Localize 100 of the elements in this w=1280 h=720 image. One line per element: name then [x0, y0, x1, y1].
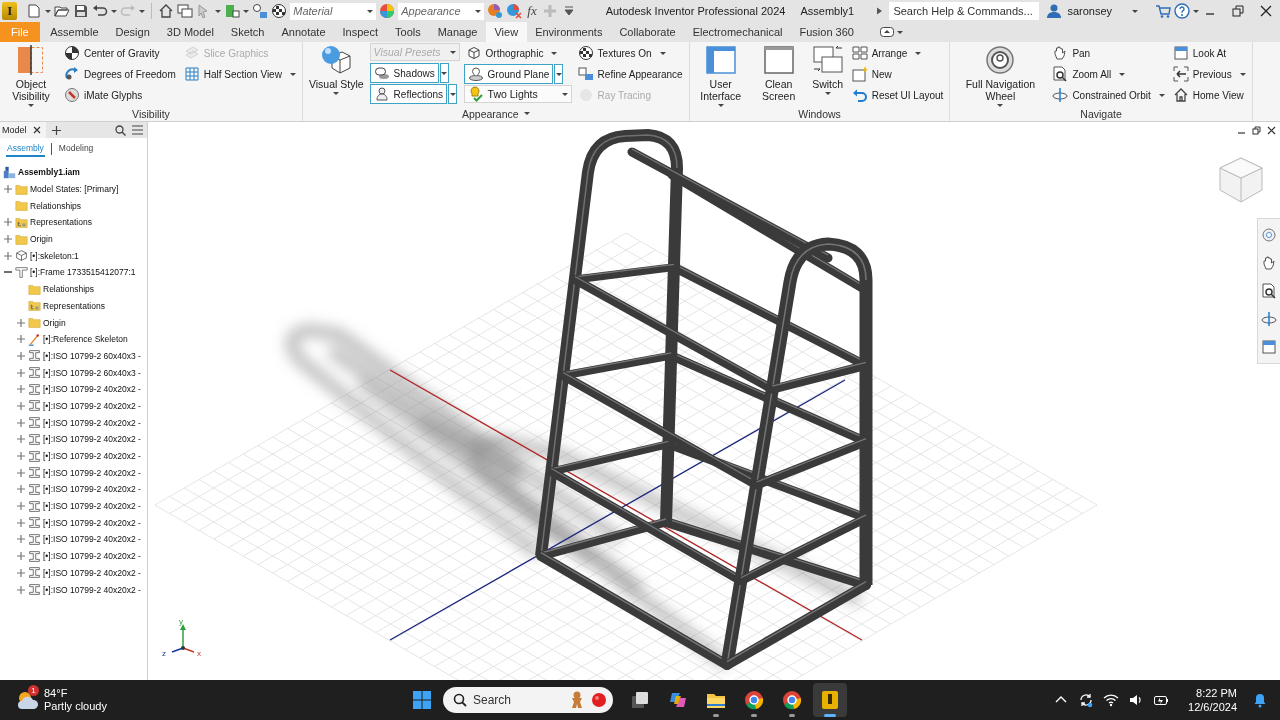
ribbon-tab[interactable]: Manage — [429, 22, 486, 42]
color-sphere-icon[interactable] — [487, 3, 504, 19]
expand-icon[interactable] — [17, 485, 25, 494]
toggle-button[interactable]: Reflections — [369, 84, 448, 104]
tree-item[interactable]: Representations — [43, 300, 105, 311]
tree-item[interactable]: [•]:ISO 10799-2 60x40x3 - — [43, 367, 141, 378]
ribbon-button[interactable]: Arrange — [849, 43, 946, 63]
search-box[interactable]: Search Help & Commands... — [889, 2, 1040, 20]
ribbon-tab[interactable]: Assemble — [41, 22, 108, 42]
expand-icon[interactable] — [4, 251, 12, 260]
ribbon-button[interactable]: Pan — [1050, 43, 1167, 63]
expand-icon[interactable] — [17, 502, 25, 511]
material-field[interactable]: Material — [293, 5, 366, 17]
expand-icon[interactable] — [17, 518, 25, 527]
expand-icon[interactable] — [17, 585, 25, 594]
restore-icon[interactable] — [1252, 126, 1261, 135]
ribbon-button[interactable]: User Interface — [693, 43, 748, 108]
ribbon-tab[interactable]: Inspect — [334, 22, 387, 42]
ribbon-tab[interactable]: Annotate — [273, 22, 335, 42]
dropdown-field[interactable]: Two Lights — [463, 85, 572, 103]
expand-icon[interactable] — [17, 401, 25, 410]
ribbon-button[interactable]: Half Section View — [181, 64, 298, 84]
help-icon[interactable] — [1174, 3, 1190, 19]
appearance-dropdown[interactable]: Appearance — [398, 2, 485, 20]
tree-item[interactable]: [•]:ISO 10799-2 40x20x2 - — [43, 467, 141, 478]
expand-icon[interactable] — [17, 368, 25, 377]
ribbon-tab[interactable]: Fusion 360 — [791, 22, 863, 42]
tree-item[interactable]: [•]:ISO 10799-2 40x20x2 - — [43, 534, 141, 545]
steering-wheel-icon[interactable] — [1261, 227, 1277, 243]
tree-item[interactable]: [•]:ISO 10799-2 40x20x2 - — [43, 584, 141, 595]
expand-icon[interactable] — [17, 318, 25, 327]
orbit-icon[interactable] — [1261, 311, 1277, 327]
home-icon[interactable] — [158, 3, 175, 19]
part-icon[interactable] — [224, 3, 241, 19]
hand-icon[interactable] — [1261, 255, 1277, 271]
bell-icon[interactable] — [1252, 692, 1268, 708]
tree-item[interactable]: [•]:ISO 10799-2 40x20x2 - — [43, 384, 141, 395]
tree-item[interactable]: Representations — [30, 217, 92, 228]
expand-icon[interactable] — [17, 452, 25, 461]
close-icon[interactable] — [1258, 3, 1274, 19]
ribbon-button[interactable]: Zoom All — [1050, 64, 1167, 84]
ribbon-button[interactable]: Orthographic — [463, 43, 572, 63]
function-button[interactable]: fx — [525, 3, 539, 19]
expand-icon[interactable] — [4, 218, 12, 227]
clock-date[interactable]: 12/6/2024 — [1188, 700, 1237, 714]
mode-tab[interactable]: Modeling — [57, 141, 95, 157]
tree-item[interactable]: [•]:skeleton:1 — [30, 250, 79, 261]
close-icon[interactable] — [1267, 126, 1276, 135]
ribbon-button[interactable]: Clean Screen — [751, 43, 806, 103]
expand-icon[interactable] — [17, 435, 25, 444]
tree-item[interactable]: [•]:ISO 10799-2 40x20x2 - — [43, 517, 141, 528]
parameters-icon[interactable] — [252, 3, 269, 19]
checkered-circle-icon[interactable] — [271, 3, 288, 19]
ribbon-button[interactable]: Look At — [1170, 43, 1248, 63]
expand-icon[interactable] — [17, 351, 25, 360]
ribbon-tab[interactable]: Tools — [386, 22, 430, 42]
taskbar-button[interactable] — [813, 683, 847, 717]
tree-item[interactable]: Origin — [30, 234, 53, 245]
ribbon-tab[interactable]: Electromechanical — [684, 22, 792, 42]
toggle-button[interactable]: Ground Plane — [463, 64, 554, 84]
look-at-icon[interactable] — [1261, 339, 1277, 355]
tree-item[interactable]: [•]:ISO 10799-2 40x20x2 - — [43, 417, 141, 428]
cart-icon[interactable] — [1155, 3, 1171, 19]
dropdown-button[interactable] — [439, 63, 449, 83]
new-file-icon[interactable] — [26, 3, 43, 19]
expand-icon[interactable] — [17, 385, 25, 394]
expand-icon[interactable] — [4, 185, 12, 194]
ribbon-button[interactable]: Home View — [1170, 85, 1248, 105]
ribbon-button[interactable]: Previous — [1170, 64, 1248, 84]
tree-item[interactable]: Relationships — [30, 200, 82, 211]
dropdown-button[interactable] — [554, 64, 564, 84]
user-name[interactable]: saronsey — [1067, 5, 1129, 17]
tree-item[interactable]: [•]:ISO 10799-2 40x20x2 - — [43, 551, 141, 562]
ribbon-button[interactable]: Full Navigation Wheel — [954, 43, 1047, 108]
tree-item[interactable]: [•]:ISO 10799-2 40x20x2 - — [43, 451, 141, 462]
ribbon-button[interactable]: Constrained Orbit — [1050, 85, 1167, 105]
tree-item[interactable]: [•]:Reference Skeleton — [43, 334, 128, 345]
ribbon-tab[interactable]: Design — [107, 22, 159, 42]
ribbon-button[interactable]: Object Visibility — [4, 43, 58, 108]
search-field[interactable]: Search Help & Commands... — [893, 5, 1036, 17]
material-dropdown[interactable]: Material — [290, 2, 377, 20]
tree-item[interactable]: Model States: [Primary] — [30, 184, 119, 195]
ribbon-button[interactable]: iMate Glyphs — [62, 85, 178, 105]
browser-tab[interactable]: Model — [0, 122, 46, 138]
ribbon-button[interactable]: Reset UI Layout — [849, 85, 946, 105]
toggle-button[interactable]: Shadows — [369, 63, 439, 83]
expand-icon[interactable] — [4, 235, 12, 244]
expand-icon[interactable] — [17, 335, 25, 344]
close-icon[interactable] — [32, 126, 41, 134]
expand-icon[interactable] — [17, 552, 25, 561]
zoom-icon[interactable] — [1261, 283, 1277, 299]
open-folder-icon[interactable] — [54, 3, 71, 19]
ribbon-tab[interactable]: Sketch — [222, 22, 273, 42]
tree-item[interactable]: [•]:ISO 10799-2 60x40x3 - — [43, 350, 141, 361]
ribbon-button[interactable]: Center of Gravity — [62, 43, 178, 63]
menu-icon[interactable] — [132, 125, 143, 135]
ribbon-button[interactable]: Visual Style — [306, 43, 366, 96]
restore-icon[interactable] — [1230, 3, 1246, 19]
color-sphere-icon[interactable] — [506, 3, 523, 19]
wifi-icon[interactable] — [1103, 692, 1120, 708]
